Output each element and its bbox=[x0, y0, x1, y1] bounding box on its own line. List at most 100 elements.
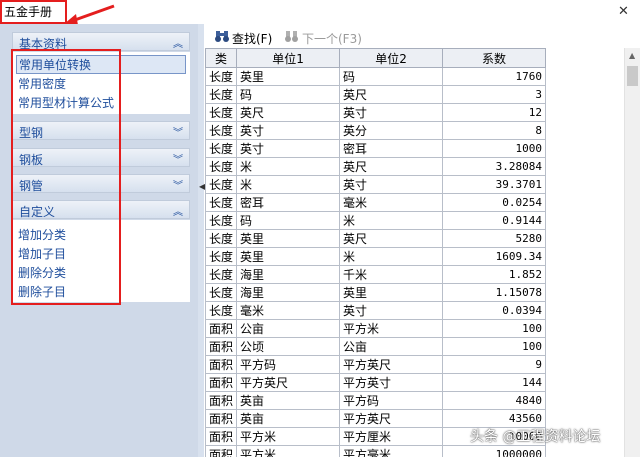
binoculars-icon[interactable] bbox=[214, 28, 230, 44]
table-row[interactable]: 面积 公亩 平方米 100 bbox=[205, 319, 547, 338]
cell-unit2[interactable]: 英尺 bbox=[339, 229, 444, 248]
cell-type[interactable]: 长度 bbox=[205, 175, 238, 194]
cell-unit1[interactable]: 平方英尺 bbox=[236, 373, 341, 392]
cell-type[interactable]: 面积 bbox=[205, 391, 238, 410]
cell-factor[interactable]: 43560 bbox=[442, 409, 547, 428]
cell-factor[interactable]: 39.3701 bbox=[442, 175, 547, 194]
expand-chevron-icon[interactable]: ︾ bbox=[173, 151, 183, 166]
cell-unit2[interactable]: 英寸 bbox=[339, 103, 444, 122]
cell-factor[interactable]: 1.852 bbox=[442, 265, 547, 284]
cell-unit2[interactable]: 英分 bbox=[339, 121, 444, 140]
table-row[interactable]: 长度 英里 英尺 5280 bbox=[205, 229, 547, 248]
cell-unit1[interactable]: 英寸 bbox=[236, 139, 341, 158]
table-row[interactable]: 面积 平方码 平方英尺 9 bbox=[205, 355, 547, 374]
cell-type[interactable]: 长度 bbox=[205, 157, 238, 176]
table-row[interactable]: 长度码英尺 3 bbox=[205, 85, 547, 104]
collapse-chevron-icon[interactable]: ︽ bbox=[173, 203, 183, 218]
cell-type[interactable]: 面积 bbox=[205, 337, 238, 356]
find-button[interactable]: 查找(F) bbox=[232, 30, 272, 47]
cell-unit1[interactable]: 英亩 bbox=[236, 409, 341, 428]
cell-type[interactable]: 面积 bbox=[205, 445, 238, 457]
cell-unit1[interactable]: 米 bbox=[236, 175, 341, 194]
cell-unit1[interactable]: 码 bbox=[236, 211, 341, 230]
cell-unit2[interactable]: 平方英尺 bbox=[339, 355, 444, 374]
scroll-thumb[interactable] bbox=[627, 66, 638, 86]
cell-unit2[interactable]: 英尺 bbox=[339, 157, 444, 176]
cell-unit2[interactable]: 米 bbox=[339, 247, 444, 266]
table-row[interactable]: 面积 平方米 平方毫米 1000000 bbox=[205, 445, 547, 457]
cell-type[interactable]: 长度 bbox=[205, 67, 238, 86]
panel-splitter[interactable]: ◀ bbox=[198, 24, 205, 457]
table-row[interactable]: 长度米英尺 3.28084 bbox=[205, 157, 547, 176]
cell-type[interactable]: 长度 bbox=[205, 301, 238, 320]
cell-factor[interactable]: 1.15078 bbox=[442, 283, 547, 302]
scroll-up-icon[interactable]: ▲ bbox=[629, 51, 635, 60]
column-header-type[interactable]: 类 bbox=[205, 48, 238, 68]
table-row[interactable]: 长度 英尺 英寸 12 bbox=[205, 103, 547, 122]
column-header-unit2[interactable]: 单位2 bbox=[339, 48, 444, 68]
cell-factor[interactable]: 100 bbox=[442, 337, 547, 356]
cell-factor[interactable]: 12 bbox=[442, 103, 547, 122]
cell-unit2[interactable]: 毫米 bbox=[339, 193, 444, 212]
cell-unit1[interactable]: 平方码 bbox=[236, 355, 341, 374]
expand-chevron-icon[interactable]: ︾ bbox=[173, 177, 183, 192]
column-header-factor[interactable]: 系数 bbox=[442, 48, 547, 68]
cell-factor[interactable]: 9 bbox=[442, 355, 547, 374]
cell-type[interactable]: 面积 bbox=[205, 409, 238, 428]
cell-factor[interactable]: 8 bbox=[442, 121, 547, 140]
cell-factor[interactable]: 0.0394 bbox=[442, 301, 547, 320]
table-row[interactable]: 长度码米 0.9144 bbox=[205, 211, 547, 230]
table-row[interactable]: 长度 英里米 1609.34 bbox=[205, 247, 547, 266]
cell-unit2[interactable]: 米 bbox=[339, 211, 444, 230]
cell-factor[interactable]: 3 bbox=[442, 85, 547, 104]
table-row[interactable]: 长度 密耳 毫米 0.0254 bbox=[205, 193, 547, 212]
cell-factor[interactable]: 1760 bbox=[442, 67, 547, 86]
cell-unit1[interactable]: 平方米 bbox=[236, 427, 341, 446]
table-row[interactable]: 长度米英寸 39.3701 bbox=[205, 175, 547, 194]
cell-unit2[interactable]: 密耳 bbox=[339, 139, 444, 158]
cell-unit1[interactable]: 密耳 bbox=[236, 193, 341, 212]
cell-unit2[interactable]: 英寸 bbox=[339, 175, 444, 194]
cell-type[interactable]: 长度 bbox=[205, 139, 238, 158]
cell-type[interactable]: 面积 bbox=[205, 319, 238, 338]
cell-unit2[interactable]: 平方英寸 bbox=[339, 373, 444, 392]
cell-type[interactable]: 面积 bbox=[205, 355, 238, 374]
cell-factor[interactable]: 1000000 bbox=[442, 445, 547, 457]
cell-unit1[interactable]: 英里 bbox=[236, 229, 341, 248]
cell-type[interactable]: 长度 bbox=[205, 265, 238, 284]
cell-type[interactable]: 长度 bbox=[205, 103, 238, 122]
cell-unit1[interactable]: 英寸 bbox=[236, 121, 341, 140]
collapse-chevron-icon[interactable]: ︽ bbox=[173, 35, 183, 50]
cell-unit1[interactable]: 海里 bbox=[236, 283, 341, 302]
cell-unit1[interactable]: 码 bbox=[236, 85, 341, 104]
find-next-icon[interactable] bbox=[284, 28, 300, 44]
expand-chevron-icon[interactable]: ︾ bbox=[173, 124, 183, 139]
close-icon[interactable]: ✕ bbox=[618, 4, 629, 19]
cell-unit2[interactable]: 千米 bbox=[339, 265, 444, 284]
table-row[interactable]: 长度 海里 英里 1.15078 bbox=[205, 283, 547, 302]
cell-type[interactable]: 面积 bbox=[205, 373, 238, 392]
table-row[interactable]: 面积 公顷 公亩 100 bbox=[205, 337, 547, 356]
cell-unit1[interactable]: 平方米 bbox=[236, 445, 341, 457]
cell-unit2[interactable]: 平方英尺 bbox=[339, 409, 444, 428]
table-row[interactable]: 面积 英亩 平方英尺 43560 bbox=[205, 409, 547, 428]
cell-factor[interactable]: 100 bbox=[442, 319, 547, 338]
cell-factor[interactable]: 144 bbox=[442, 373, 547, 392]
cell-factor[interactable]: 5280 bbox=[442, 229, 547, 248]
cell-type[interactable]: 长度 bbox=[205, 193, 238, 212]
cell-factor[interactable]: 1000 bbox=[442, 139, 547, 158]
table-row[interactable]: 长度 英寸 英分 8 bbox=[205, 121, 547, 140]
vertical-scrollbar[interactable]: ▲ bbox=[624, 48, 640, 457]
table-row[interactable]: 长度 英里码 1760 bbox=[205, 67, 547, 86]
cell-factor[interactable]: 3.28084 bbox=[442, 157, 547, 176]
cell-unit2[interactable]: 公亩 bbox=[339, 337, 444, 356]
cell-factor[interactable]: 4840 bbox=[442, 391, 547, 410]
cell-unit2[interactable]: 平方厘米 bbox=[339, 427, 444, 446]
cell-unit1[interactable]: 公顷 bbox=[236, 337, 341, 356]
cell-unit1[interactable]: 海里 bbox=[236, 265, 341, 284]
cell-unit1[interactable]: 英里 bbox=[236, 67, 341, 86]
cell-factor[interactable]: 0.0254 bbox=[442, 193, 547, 212]
cell-unit2[interactable]: 平方毫米 bbox=[339, 445, 444, 457]
cell-type[interactable]: 长度 bbox=[205, 85, 238, 104]
cell-type[interactable]: 长度 bbox=[205, 247, 238, 266]
